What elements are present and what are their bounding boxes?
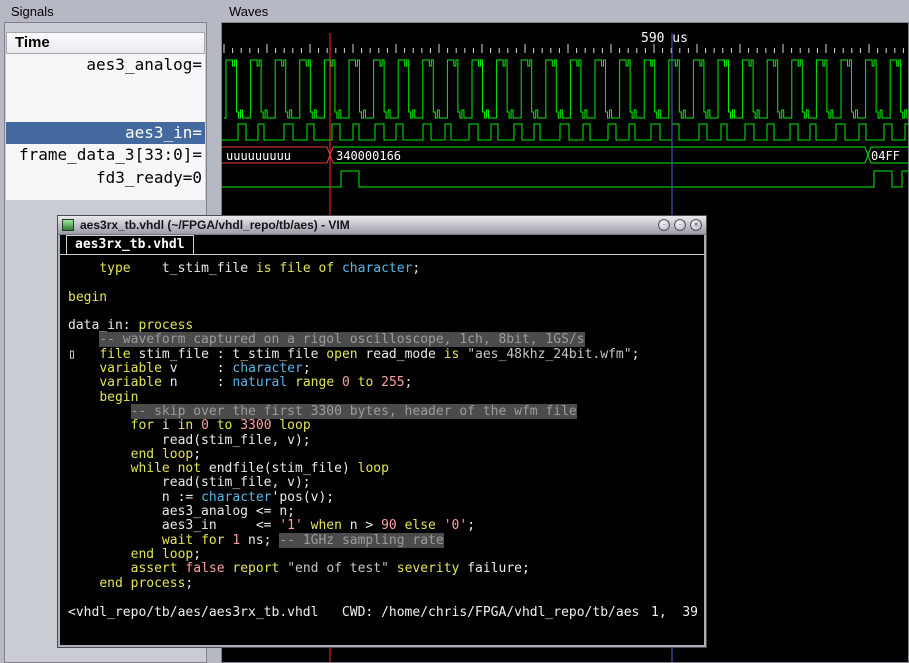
code-line: begin (68, 289, 108, 305)
signal-row[interactable] (6, 99, 205, 122)
vim-window: aes3rx_tb.vhdl (~/FPGA/vhdl_repo/tb/aes)… (57, 215, 707, 648)
signal-list: aes3_analog= aes3_in= frame_data_3[33:0]= f… (6, 54, 205, 200)
signal-row[interactable]: aes3_in= (6, 121, 205, 145)
code-line: aes3_in <= '1' when n > 90 else '0'; (68, 518, 476, 534)
code-line: end process; (99, 575, 194, 591)
code-line: wait for 1 ns; -- 1GHz sampling rate (161, 532, 444, 548)
vim-statusline: <vhdl_repo/tb/aes/aes3rx_tb.vhdl CWD: /h… (60, 605, 704, 620)
code-line: read(stim_file, v); (68, 432, 311, 448)
code-line: begin (99, 389, 139, 405)
code-line: while not endfile(stim_file) loop (130, 461, 389, 477)
bus-value-label: 340000166 (336, 149, 401, 163)
close-button[interactable]: × (690, 219, 702, 231)
code-line: -- waveform captured on a rigol oscillos… (99, 332, 585, 348)
vim-window-title: aes3rx_tb.vhdl (~/FPGA/vhdl_repo/tb/aes)… (80, 218, 350, 232)
trace-aes3-in (222, 123, 908, 141)
window-buttons: · · × (658, 219, 702, 231)
signal-row[interactable]: frame_data_3[33:0]= (6, 144, 205, 167)
vim-titlebar[interactable]: aes3rx_tb.vhdl (~/FPGA/vhdl_repo/tb/aes)… (58, 216, 706, 235)
code-line: -- skip over the first 3300 bytes, heade… (130, 403, 577, 419)
signal-row[interactable]: aes3_analog= (6, 54, 205, 77)
vim-window-icon (62, 219, 74, 231)
time-column-header[interactable]: Time (6, 32, 205, 54)
shade-button[interactable]: · (658, 219, 670, 231)
trace-frame-data (333, 146, 908, 164)
status-filepath: <vhdl_repo/tb/aes/aes3rx_tb.vhdl CWD: /h… (68, 604, 640, 620)
code-line: variable n : natural range 0 to 255; (99, 375, 413, 391)
bus-value-label: uuuuuuuuu (226, 149, 291, 163)
vim-cmdline (60, 619, 704, 645)
signal-row[interactable]: fd3_ready=0 (6, 167, 205, 190)
trace-aes3-analog (224, 59, 908, 119)
code-line: variable v : character; (99, 361, 311, 377)
timeline-label: 590 us (641, 31, 688, 46)
vim-tab-active[interactable]: aes3rx_tb.vhdl (66, 235, 194, 254)
waves-panel-label: Waves (226, 4, 272, 19)
signal-row[interactable] (6, 77, 205, 100)
maximize-button[interactable]: · (674, 219, 686, 231)
signals-panel-label: Signals (8, 4, 57, 19)
trace-fd3-ready (222, 170, 908, 188)
code-line: aes3_analog <= n; (68, 504, 295, 520)
code-line: read(stim_file, v); (68, 475, 311, 491)
code-line: for i in 0 to 3300 loop (130, 418, 311, 434)
code-line: end loop; (130, 446, 202, 462)
vim-body: aes3rx_tb.vhdl type t_stim_file is file … (60, 235, 704, 645)
timeline-ticks (223, 44, 904, 53)
code-line: n := character'pos(v); (68, 489, 335, 505)
code-line: type t_stim_file is file of character; (99, 261, 421, 276)
code-line: data_in: process (68, 318, 194, 334)
code-line: end loop; (130, 546, 202, 562)
status-ruler: 1, 39 (651, 604, 698, 620)
code-line: ▯ file stim_file : t_stim_file open read… (68, 346, 640, 362)
code-line: assert false report "end of test" severi… (130, 561, 530, 577)
vim-tabline: aes3rx_tb.vhdl (60, 235, 704, 255)
bus-value-label: 04FF (871, 149, 900, 163)
code-area[interactable]: type t_stim_file is file of character; b… (60, 255, 704, 591)
